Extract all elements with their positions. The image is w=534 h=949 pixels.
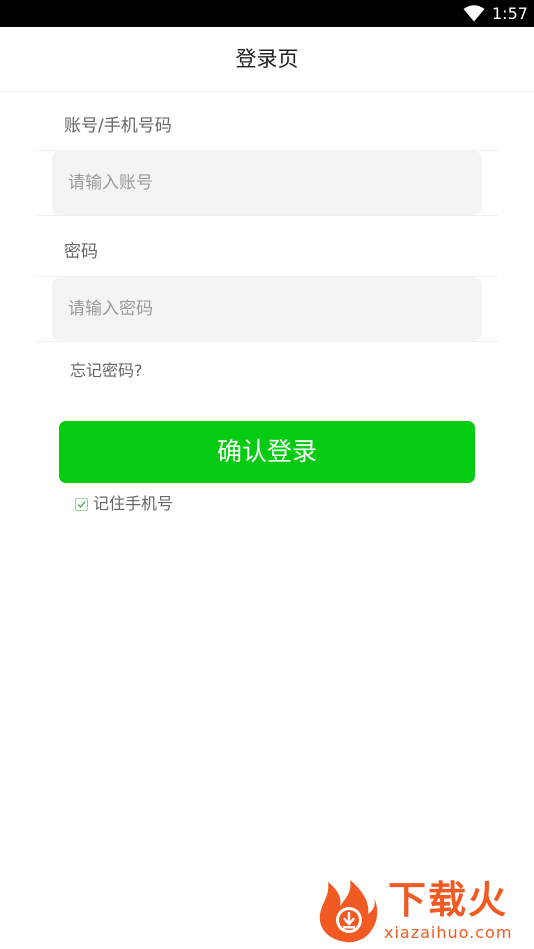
divider xyxy=(36,341,498,342)
divider xyxy=(36,215,498,216)
page-title: 登录页 xyxy=(235,47,299,71)
wifi-icon xyxy=(463,5,485,22)
watermark-domain: xiazaihuo.com xyxy=(384,923,513,942)
status-time: 1:57 xyxy=(492,4,528,23)
forgot-password-link[interactable]: 忘记密码? xyxy=(70,360,143,382)
remember-phone-label: 记住手机号 xyxy=(93,494,174,513)
confirm-login-button[interactable]: 确认登录 xyxy=(59,421,475,483)
account-input[interactable] xyxy=(52,151,482,215)
checkbox-checked-icon[interactable] xyxy=(75,498,88,511)
account-label: 账号/手机号码 xyxy=(64,116,172,136)
password-label: 密码 xyxy=(64,242,98,262)
password-input[interactable] xyxy=(52,277,482,341)
watermark-logo: 下载火 xiazaihuo.com xyxy=(316,876,528,946)
title-bar: 登录页 xyxy=(0,27,534,92)
flame-logo-icon xyxy=(319,880,378,943)
watermark-name: 下载火 xyxy=(388,878,509,922)
status-bar: 1:57 xyxy=(0,0,534,27)
